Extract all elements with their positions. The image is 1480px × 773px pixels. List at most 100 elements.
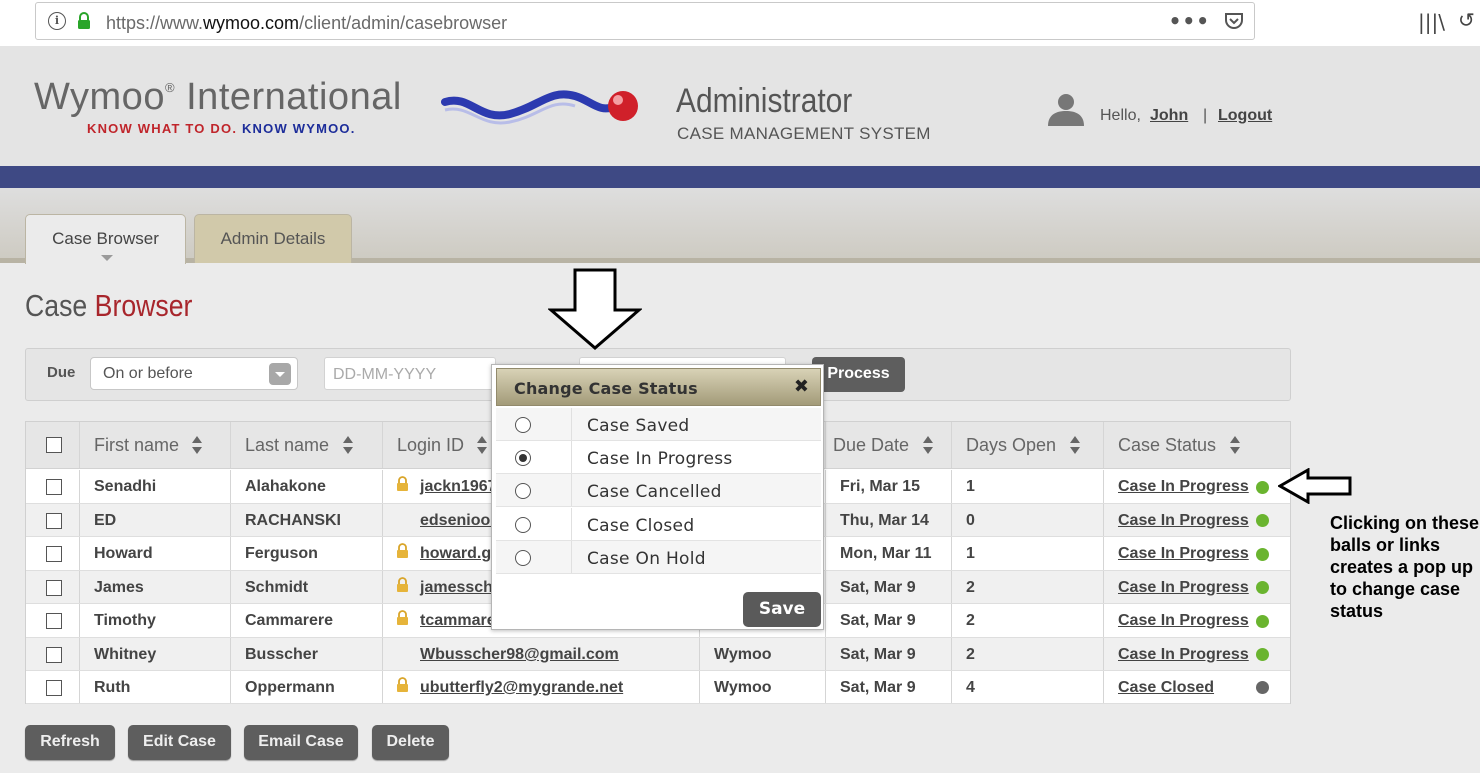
user-name-link[interactable]: John [1150,107,1188,125]
status-ball-icon[interactable] [1256,481,1269,494]
status-radio[interactable] [515,450,531,466]
annotation-arrow-left-icon [1278,468,1352,504]
row-checkbox[interactable] [46,613,62,629]
table-row[interactable]: Whitney Busscher Wbusscher98@gmail.com Wymo… [26,638,1290,671]
logout-link[interactable]: Logout [1218,107,1272,125]
page-actions-icon[interactable]: ••• [1169,9,1210,33]
column-label: First name [94,435,180,455]
status-ball-icon[interactable] [1256,681,1269,694]
status-ball-icon[interactable] [1256,648,1269,661]
login-id-link[interactable]: edsenioor [420,512,496,530]
status-option[interactable]: Case In Progress [496,441,821,474]
status-option[interactable]: Case On Hold [496,541,821,574]
page-title-part2: Browser [94,288,193,323]
status-radio[interactable] [515,550,531,566]
row-checkbox[interactable] [46,546,62,562]
radio-cell [496,441,572,473]
last-name-text: Schmidt [245,579,309,596]
last-name-cell: Alahakone [231,470,383,503]
login-id-link[interactable]: jamessch [420,579,493,597]
logo-word: Wymoo [34,76,165,118]
refresh-button[interactable]: Refresh [25,725,115,760]
logo-tagline: KNOW WHAT TO DO. KNOW WYMOO. [87,121,356,136]
process-button[interactable]: Process [812,357,905,392]
table-row[interactable]: Ruth Oppermann ubutterfly2@mygrande.net Wym… [26,671,1290,704]
case-status-cell: Case Closed [1104,671,1290,703]
case-status-link[interactable]: Case In Progress [1118,545,1249,563]
status-ball-icon[interactable] [1256,615,1269,628]
row-checkbox[interactable] [46,647,62,663]
delete-button[interactable]: Delete [372,725,449,760]
case-status-link[interactable]: Case In Progress [1118,579,1249,597]
tab-case-browser[interactable]: Case Browser [25,214,186,264]
col-case-status[interactable]: Case Status [1104,422,1290,468]
radio-cell [496,408,572,440]
row-checkbox[interactable] [46,479,62,495]
first-name-text: James [94,579,144,596]
login-id-link[interactable]: ubutterfly2@mygrande.net [420,679,623,697]
case-status-link[interactable]: Case Closed [1118,679,1214,697]
last-name-text: RACHANSKI [245,512,341,529]
sort-icon[interactable] [923,436,933,456]
pocket-icon[interactable] [1224,11,1244,31]
tab-label: Admin Details [220,229,326,248]
active-tab-caret-icon [101,255,113,261]
login-id-link[interactable]: tcammare [420,612,496,630]
login-id-link[interactable]: Wbusscher98@gmail.com [420,646,619,664]
status-radio[interactable] [515,417,531,433]
info-icon[interactable]: i [48,12,66,30]
date-input[interactable]: DD-MM-YYYY [324,357,496,390]
due-date-text: Fri, Mar 15 [840,478,921,495]
close-icon[interactable]: ✖ [794,376,809,397]
status-radio[interactable] [515,517,531,533]
status-ball-icon[interactable] [1256,581,1269,594]
row-checkbox[interactable] [46,580,62,596]
select-all-checkbox[interactable] [46,437,62,453]
case-status-cell: Case In Progress [1104,504,1290,536]
case-status-link[interactable]: Case In Progress [1118,478,1249,496]
save-button[interactable]: Save [743,592,821,627]
login-id-link[interactable]: howard.g [420,545,491,563]
status-option[interactable]: Case Cancelled [496,474,821,507]
status-ball-icon[interactable] [1256,514,1269,527]
case-status-link[interactable]: Case In Progress [1118,512,1249,530]
login-id-link[interactable]: jackn1967 [420,478,497,496]
lock-icon [397,610,408,625]
annotation-arrow-down-icon [548,268,642,350]
row-checkbox[interactable] [46,680,62,696]
col-due-date[interactable]: Due Date [826,422,952,468]
edit-case-button[interactable]: Edit Case [128,725,231,760]
status-option[interactable]: Case Saved [496,408,821,441]
login-id-cell: Wbusscher98@gmail.com [383,638,700,670]
sort-icon[interactable] [1070,436,1080,456]
due-date-cell: Fri, Mar 15 [826,470,952,503]
chevron-down-icon[interactable] [269,363,291,385]
col-first-name[interactable]: First name [80,422,231,468]
sort-icon[interactable] [343,436,353,456]
case-status-link[interactable]: Case In Progress [1118,646,1249,664]
row-checkbox[interactable] [46,513,62,529]
tab-admin-details[interactable]: Admin Details [194,214,352,263]
email-case-button[interactable]: Email Case [244,725,358,760]
due-select[interactable]: On or before [90,357,298,390]
status-option[interactable]: Case Closed [496,508,821,541]
due-date-cell: Sat, Mar 9 [826,571,952,603]
case-status-link[interactable]: Case In Progress [1118,612,1249,630]
sort-icon[interactable] [192,436,202,456]
first-name-text: Timothy [94,612,156,629]
library-icon[interactable]: |||\ [1418,10,1445,34]
address-bar[interactable]: i https://www.wymoo.com/client/admin/cas… [35,2,1255,40]
days-open-cell: 2 [952,571,1104,603]
col-days-open[interactable]: Days Open [952,422,1104,468]
header-checkbox-cell [26,422,80,468]
row-checkbox-cell [26,604,80,637]
sort-icon[interactable] [1230,436,1240,456]
history-icon[interactable]: ↺ [1458,8,1475,32]
status-ball-icon[interactable] [1256,548,1269,561]
col-last-name[interactable]: Last name [231,422,383,468]
status-radio[interactable] [515,483,531,499]
logo-registered: ® [164,80,176,95]
sort-icon[interactable] [477,436,487,456]
last-name-text: Busscher [245,646,318,663]
tab-label: Case Browser [52,229,159,248]
